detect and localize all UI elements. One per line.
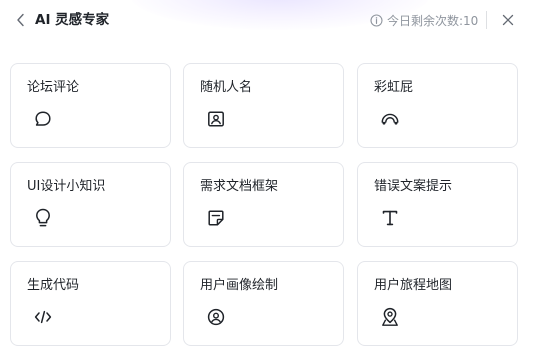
card-label: 论坛评论 [27, 80, 80, 95]
card-forum-comment[interactable]: 论坛评论 [10, 63, 171, 148]
card-generate-code[interactable]: 生成代码 [10, 261, 171, 346]
sticky-note-icon [206, 208, 226, 228]
ai-inspiration-panel: AI 灵感专家 今日剩余次数:10 论坛评论 随机人名 彩虹屁 UI设计小知识 … [0, 0, 533, 364]
card-label: 用户旅程地图 [374, 278, 453, 293]
card-label: 需求文档框架 [200, 179, 279, 194]
code-icon [33, 307, 53, 327]
card-label: 错误文案提示 [374, 179, 453, 194]
card-random-name[interactable]: 随机人名 [183, 63, 344, 148]
chat-bubble-icon [33, 109, 53, 129]
card-label: UI设计小知识 [27, 179, 106, 194]
card-user-persona[interactable]: 用户画像绘制 [183, 261, 344, 346]
card-requirement-doc[interactable]: 需求文档框架 [183, 162, 344, 247]
rainbow-icon [380, 109, 400, 129]
text-t-icon [380, 208, 400, 228]
chevron-left-icon [16, 13, 25, 27]
card-user-journey-map[interactable]: 用户旅程地图 [357, 261, 518, 346]
user-circle-icon [206, 307, 226, 327]
card-error-copy[interactable]: 错误文案提示 [357, 162, 518, 247]
map-pin-icon [380, 307, 400, 327]
panel-header: AI 灵感专家 今日剩余次数:10 [0, 0, 533, 40]
portrait-icon [206, 109, 226, 129]
card-label: 用户画像绘制 [200, 278, 279, 293]
card-label: 生成代码 [27, 278, 80, 293]
quota-indicator: 今日剩余次数:10 [370, 11, 478, 29]
card-label: 彩虹屁 [374, 80, 414, 95]
close-button[interactable] [499, 11, 517, 29]
panel-title: AI 灵感专家 [35, 12, 110, 28]
info-icon [370, 13, 383, 27]
card-ui-design-tips[interactable]: UI设计小知识 [10, 162, 171, 247]
card-rainbow-fart[interactable]: 彩虹屁 [357, 63, 518, 148]
back-button[interactable] [12, 11, 28, 29]
close-icon [502, 14, 514, 26]
lightbulb-icon [33, 208, 53, 228]
quota-text: 今日剩余次数:10 [387, 13, 479, 28]
header-divider [486, 11, 487, 29]
card-label: 随机人名 [200, 80, 253, 95]
